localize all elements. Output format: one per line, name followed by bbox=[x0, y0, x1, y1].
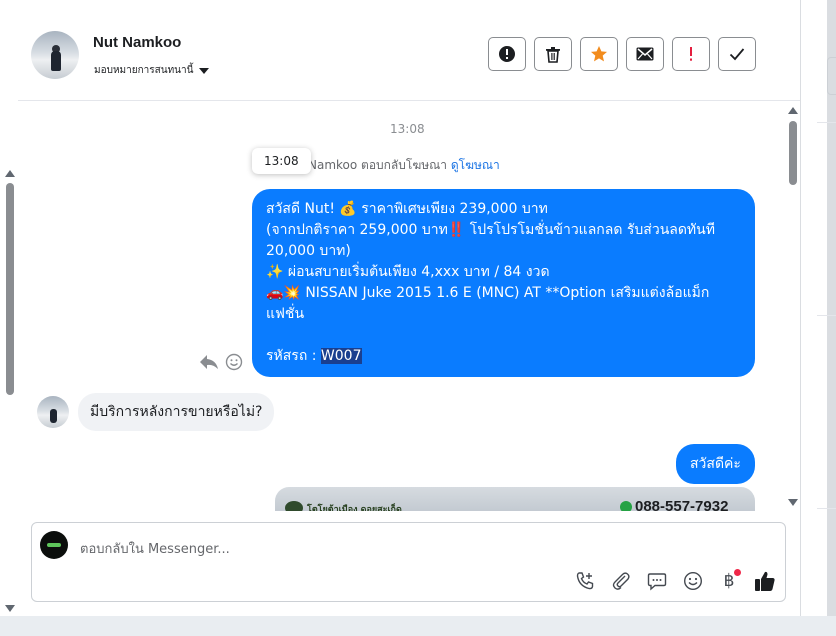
scroll-up-arrow-icon[interactable] bbox=[788, 107, 798, 114]
dealer-logo bbox=[285, 501, 303, 511]
contact-avatar[interactable] bbox=[31, 31, 79, 79]
spam-button[interactable] bbox=[488, 37, 526, 71]
message-hover-tools bbox=[199, 353, 243, 371]
reply-composer: ตอบกลับใน Messenger... ฿ bbox=[31, 522, 786, 602]
ad-reply-note: Namkoo ตอบกลับโฆษณา ดูโฆษณา bbox=[308, 156, 500, 175]
ad-reply-text: Namkoo ตอบกลับโฆษณา bbox=[308, 158, 448, 172]
saved-reply-button[interactable] bbox=[645, 569, 669, 593]
contact-avatar-small[interactable] bbox=[37, 396, 69, 428]
car-code-label: รหัสรถ : bbox=[266, 348, 317, 364]
message-thread[interactable]: 13:08 Namkoo ตอบกลับโฆษณา ดูโฆษณา 13:08 … bbox=[18, 101, 800, 511]
app-window: Nut Namkoo มอบหมายการสนทนานี้ 13:08 Namk… bbox=[0, 0, 836, 636]
message-line: (จากปกติราคา 259,000 บาท‼️ โปรโปรโมชั่นข… bbox=[266, 222, 715, 259]
divider bbox=[817, 122, 836, 123]
left-scrollbar[interactable] bbox=[0, 0, 19, 636]
scroll-down-arrow-icon[interactable] bbox=[5, 605, 15, 612]
message-line: 🚗💥 NISSAN Juke 2015 1.6 E (MNC) AT **Opt… bbox=[266, 285, 710, 322]
payment-button[interactable]: ฿ bbox=[717, 569, 741, 593]
whatsapp-icon bbox=[620, 500, 632, 511]
mark-unread-button[interactable] bbox=[626, 37, 664, 71]
message-timestamp: 13:08 bbox=[390, 122, 425, 136]
divider bbox=[817, 508, 836, 509]
reply-arrow-icon[interactable] bbox=[199, 353, 219, 371]
details-field[interactable] bbox=[827, 57, 836, 95]
conversation-header: Nut Namkoo มอบหมายการสนทนานี้ bbox=[18, 0, 800, 101]
image-attachment[interactable]: โตโยต้าเมือง ดอยสะเก็ด 088-557-7932 bbox=[275, 487, 755, 511]
header-actions bbox=[488, 37, 756, 71]
call-add-button[interactable] bbox=[573, 569, 597, 593]
view-ad-link[interactable]: ดูโฆษณา bbox=[451, 158, 500, 172]
star-icon bbox=[591, 46, 607, 62]
reply-input[interactable]: ตอบกลับใน Messenger... bbox=[80, 538, 230, 559]
car-code-line: รหัสรถ : W007 bbox=[266, 346, 741, 367]
delete-button[interactable] bbox=[534, 37, 572, 71]
exclamation-circle-icon bbox=[499, 46, 515, 62]
chevron-down-icon bbox=[199, 67, 210, 74]
emoji-icon bbox=[683, 571, 703, 591]
conversation-panel: Nut Namkoo มอบหมายการสนทนานี้ 13:08 Namk… bbox=[18, 0, 801, 636]
call-add-icon bbox=[576, 572, 594, 590]
car-code-value: W007 bbox=[320, 348, 362, 364]
exclamation-icon bbox=[690, 47, 692, 61]
attach-icon bbox=[612, 572, 630, 590]
check-icon bbox=[729, 48, 745, 61]
like-icon bbox=[755, 571, 775, 591]
payment-baht-icon: ฿ bbox=[723, 571, 735, 591]
message-line: ✨ ผ่อนสบายเริ่มต้นเพียง 4,xxx บาท / 84 ง… bbox=[266, 264, 550, 280]
outgoing-message-bubble[interactable]: สวัสดี Nut! 💰 ราคาพิเศษเพียง 239,000 บาท… bbox=[252, 189, 755, 377]
window-bottom-bar bbox=[0, 616, 836, 636]
notification-dot bbox=[734, 569, 741, 576]
emoji-button[interactable] bbox=[681, 569, 705, 593]
scroll-up-arrow-icon[interactable] bbox=[5, 170, 15, 177]
timestamp-tooltip: 13:08 bbox=[252, 148, 311, 174]
react-emoji-icon[interactable] bbox=[225, 353, 243, 371]
contact-name[interactable]: Nut Namkoo bbox=[93, 34, 181, 51]
attach-button[interactable] bbox=[609, 569, 633, 593]
saved-reply-icon bbox=[647, 573, 667, 591]
page-avatar bbox=[40, 531, 68, 559]
done-button[interactable] bbox=[718, 37, 756, 71]
assign-conversation-dropdown[interactable]: มอบหมายการสนทนานี้ bbox=[94, 63, 210, 78]
dealer-name: โตโยต้าเมือง ดอยสะเก็ด bbox=[307, 505, 402, 511]
incoming-message-bubble[interactable]: มีบริการหลังการขายหรือไม่? bbox=[78, 393, 275, 431]
scroll-down-arrow-icon[interactable] bbox=[788, 499, 798, 506]
trash-icon bbox=[546, 46, 560, 63]
scroll-thumb[interactable] bbox=[6, 183, 14, 395]
outgoing-greeting-bubble[interactable]: สวัสดีค่ะ bbox=[676, 444, 755, 484]
details-panel-edge bbox=[801, 0, 836, 636]
assign-label: มอบหมายการสนทนานี้ bbox=[94, 65, 194, 76]
divider bbox=[817, 315, 836, 316]
outer-scrollbar-track[interactable] bbox=[827, 0, 836, 636]
dealer-phone: 088-557-7932 bbox=[620, 498, 728, 511]
message-line: สวัสดี Nut! 💰 ราคาพิเศษเพียง 239,000 บาท bbox=[266, 201, 548, 217]
composer-tools: ฿ bbox=[573, 569, 777, 593]
star-button[interactable] bbox=[580, 37, 618, 71]
follow-up-button[interactable] bbox=[672, 37, 710, 71]
phone-number: 088-557-7932 bbox=[635, 498, 729, 511]
thread-scroll-thumb[interactable] bbox=[789, 121, 797, 185]
like-button[interactable] bbox=[753, 569, 777, 593]
envelope-icon bbox=[636, 47, 654, 61]
